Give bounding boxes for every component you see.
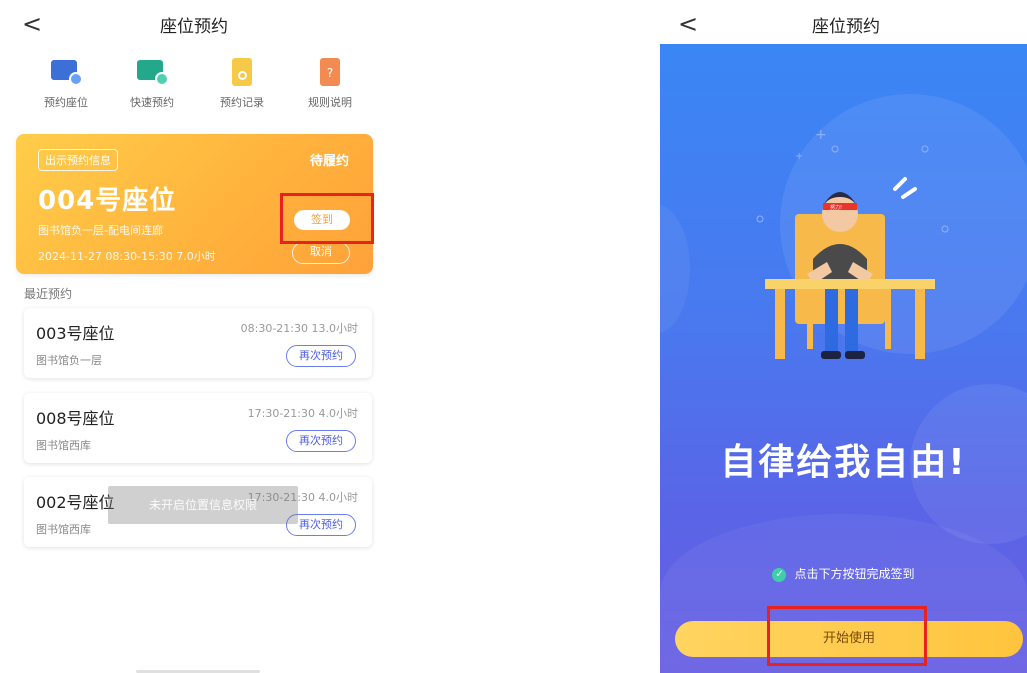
- quick-seat-icon: [137, 58, 169, 86]
- quick-action-records[interactable]: 预约记录: [202, 58, 282, 110]
- seat-number: 004号座位: [38, 186, 177, 216]
- recent-seat: 002号座位: [36, 493, 115, 512]
- show-info-tag[interactable]: 出示预约信息: [38, 149, 118, 171]
- check-icon: ✓: [772, 567, 787, 582]
- quick-action-label: 预约记录: [220, 96, 264, 109]
- rebook-button[interactable]: 再次预约: [286, 430, 356, 452]
- rebook-button[interactable]: 再次预约: [286, 345, 356, 367]
- quick-action-label: 规则说明: [308, 96, 352, 109]
- back-button[interactable]: <: [22, 12, 42, 36]
- page-title: 座位预约: [812, 17, 880, 37]
- recent-seat: 003号座位: [36, 324, 115, 343]
- recent-location: 图书馆西库: [36, 439, 91, 452]
- svg-text:+: +: [795, 151, 803, 162]
- quick-action-rules[interactable]: ? 规则说明: [290, 58, 370, 110]
- recent-location: 图书馆西库: [36, 523, 91, 536]
- cancel-button[interactable]: 取消: [292, 242, 350, 264]
- quick-action-label: 快速预约: [130, 96, 174, 109]
- svg-text:+: +: [815, 127, 827, 143]
- recent-time: 17:30-21:30 4.0小时: [247, 407, 358, 420]
- recent-seat: 008号座位: [36, 409, 115, 428]
- page-title: 座位预约: [160, 17, 228, 37]
- back-button[interactable]: <: [678, 12, 698, 36]
- recent-time: 08:30-21:30 13.0小时: [240, 322, 358, 335]
- right-header: < 座位预约: [660, 0, 1027, 44]
- record-icon: [227, 58, 257, 86]
- recent-label: 最近预约: [24, 287, 73, 301]
- list-item: 008号座位 17:30-21:30 4.0小时 图书馆西库 再次预约: [24, 393, 372, 463]
- quick-action-label: 预约座位: [44, 96, 88, 109]
- checkin-background: + + 努力! 自律给我自由! ✓ 点击下方按钮完成签到: [660, 44, 1027, 673]
- slogan-text: 自律给我自由!: [720, 442, 967, 483]
- reservation-time: 2024-11-27 08:30-15:30 7.0小时: [38, 250, 216, 263]
- hint-text: 点击下方按钮完成签到: [794, 567, 915, 581]
- decor-blob: [660, 204, 690, 334]
- recent-location: 图书馆负一层: [36, 354, 102, 367]
- list-item: 003号座位 08:30-21:30 13.0小时 图书馆负一层 再次预约: [24, 308, 372, 378]
- left-screen: < 座位预约 预约座位 快速预约 预约记录 ? 规则说明 出示预约信息 待履约 …: [0, 0, 390, 673]
- svg-text:努力!: 努力!: [830, 204, 842, 211]
- quick-action-fast[interactable]: 快速预约: [112, 58, 192, 110]
- seat-location: 图书馆负一层-配电间连廊: [38, 224, 163, 237]
- checkin-hint: ✓ 点击下方按钮完成签到: [660, 565, 1027, 582]
- highlight-box: [280, 193, 374, 244]
- right-screen: < 座位预约 + + 努力! 自律给我自由! ✓ 点击下方按钮完成签到 开始使用: [660, 0, 1027, 673]
- highlight-box: [767, 606, 927, 666]
- status-badge: 待履约: [309, 154, 349, 169]
- calendar-seat-icon: [51, 58, 83, 86]
- rules-icon: ?: [315, 58, 345, 86]
- student-desk-illustration: + + 努力!: [756, 127, 949, 359]
- quick-action-reserve[interactable]: 预约座位: [26, 58, 106, 110]
- toast-message: 未开启位置信息权限: [108, 486, 298, 524]
